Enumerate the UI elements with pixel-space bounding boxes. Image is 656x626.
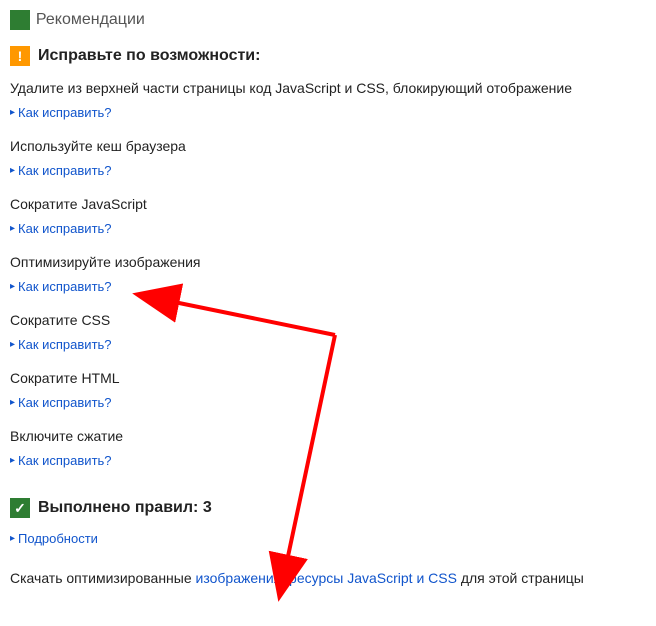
recommendation-item: Сократите HTML ▸ Как исправить?: [10, 370, 646, 414]
how-to-fix-link[interactable]: ▸ Как исправить?: [10, 453, 112, 468]
fix-section-header: ! Исправьте по возможности:: [10, 46, 646, 66]
caret-right-icon: ▸: [10, 223, 15, 234]
item-title: Сократите JavaScript: [10, 196, 646, 212]
how-to-fix-label: Как исправить?: [18, 395, 112, 410]
download-suffix: для этой страницы: [457, 570, 584, 586]
download-link[interactable]: изображения, ресурсы JavaScript и CSS: [196, 570, 457, 586]
details-label: Подробности: [18, 531, 98, 546]
how-to-fix-link[interactable]: ▸ Как исправить?: [10, 221, 112, 236]
warning-icon: !: [10, 46, 30, 66]
how-to-fix-label: Как исправить?: [18, 221, 112, 236]
how-to-fix-label: Как исправить?: [18, 163, 112, 178]
recommendation-item: Включите сжатие ▸ Как исправить?: [10, 428, 646, 472]
caret-right-icon: ▸: [10, 397, 15, 408]
recommendations-label: Рекомендации: [36, 11, 145, 29]
recommendation-item: Сократите JavaScript ▸ Как исправить?: [10, 196, 646, 240]
caret-right-icon: ▸: [10, 533, 15, 544]
item-title: Используйте кеш браузера: [10, 138, 646, 154]
passed-section-title: Выполнено правил: 3: [38, 499, 212, 517]
recommendation-item: Оптимизируйте изображения ▸ Как исправит…: [10, 254, 646, 298]
how-to-fix-label: Как исправить?: [18, 105, 112, 120]
item-title: Сократите CSS: [10, 312, 646, 328]
how-to-fix-label: Как исправить?: [18, 453, 112, 468]
caret-right-icon: ▸: [10, 165, 15, 176]
caret-right-icon: ▸: [10, 455, 15, 466]
caret-right-icon: ▸: [10, 107, 15, 118]
caret-right-icon: ▸: [10, 339, 15, 350]
download-line: Скачать оптимизированные изображения, ре…: [10, 570, 646, 586]
passed-section-header: ✓ Выполнено правил: 3: [10, 498, 646, 518]
top-bar: Рекомендации: [10, 10, 646, 30]
item-title: Удалите из верхней части страницы код Ja…: [10, 80, 646, 96]
how-to-fix-label: Как исправить?: [18, 279, 112, 294]
score-badge: [10, 10, 30, 30]
recommendation-item: Удалите из верхней части страницы код Ja…: [10, 80, 646, 124]
how-to-fix-link[interactable]: ▸ Как исправить?: [10, 163, 112, 178]
how-to-fix-link[interactable]: ▸ Как исправить?: [10, 279, 112, 294]
item-title: Включите сжатие: [10, 428, 646, 444]
caret-right-icon: ▸: [10, 281, 15, 292]
how-to-fix-link[interactable]: ▸ Как исправить?: [10, 337, 112, 352]
recommendation-item: Сократите CSS ▸ Как исправить?: [10, 312, 646, 356]
item-title: Оптимизируйте изображения: [10, 254, 646, 270]
item-title: Сократите HTML: [10, 370, 646, 386]
how-to-fix-link[interactable]: ▸ Как исправить?: [10, 395, 112, 410]
download-prefix: Скачать оптимизированные: [10, 570, 196, 586]
check-icon: ✓: [10, 498, 30, 518]
fix-section-title: Исправьте по возможности:: [38, 47, 260, 65]
how-to-fix-link[interactable]: ▸ Как исправить?: [10, 105, 112, 120]
details-link[interactable]: ▸ Подробности: [10, 531, 98, 546]
recommendation-item: Используйте кеш браузера ▸ Как исправить…: [10, 138, 646, 182]
how-to-fix-label: Как исправить?: [18, 337, 112, 352]
